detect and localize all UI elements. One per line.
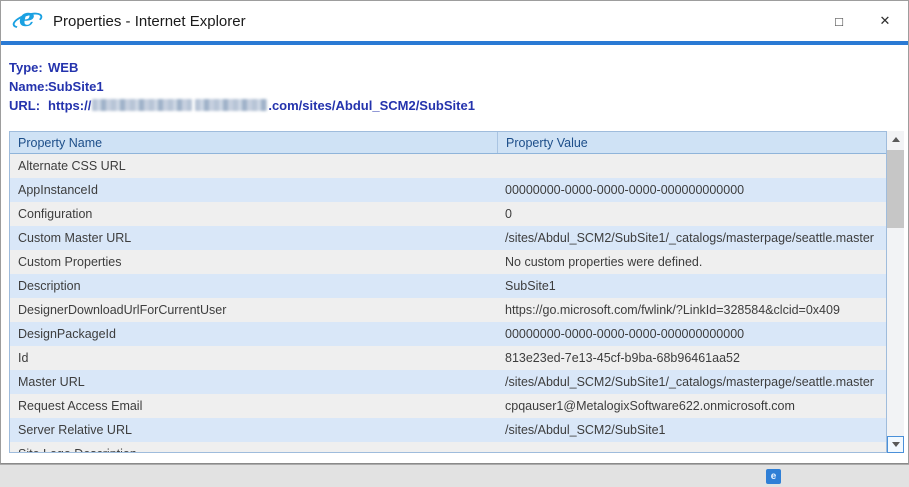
vertical-scrollbar[interactable] [887,131,904,453]
taskbar-strip: e [0,464,909,487]
type-row: Type: WEB [9,58,908,77]
name-value: SubSite1 [48,77,104,96]
close-button[interactable]: ✕ [862,1,908,41]
tray-icon[interactable]: e [766,469,781,484]
table-row: Custom Master URL /sites/Abdul_SCM2/SubS… [10,226,886,250]
table-row: AppInstanceId 00000000-0000-0000-0000-00… [10,178,886,202]
table-row: DesignerDownloadUrlForCurrentUser https:… [10,298,886,322]
property-name-cell: Alternate CSS URL [10,154,497,178]
url-value: https:// .com/sites/Abdul_SCM2/SubSite1 [48,96,475,115]
properties-table-body: Alternate CSS URL AppInstanceId 00000000… [10,154,886,453]
property-value-cell: 00000000-0000-0000-0000-000000000000 [497,178,886,202]
property-name-cell: AppInstanceId [10,178,497,202]
property-name-cell: Description [10,274,497,298]
url-redacted-segment [195,99,267,111]
table-row: Id 813e23ed-7e13-45cf-b9ba-68b96461aa52 [10,346,886,370]
scroll-up-button[interactable] [887,131,904,148]
property-name-cell: Request Access Email [10,394,497,418]
window-controls: □ ✕ [816,1,908,41]
property-value-cell: No custom properties were defined. [497,250,886,274]
scrollbar-track[interactable] [887,148,904,436]
maximize-button[interactable]: □ [816,1,862,41]
table-row: Custom Properties No custom properties w… [10,250,886,274]
type-label: Type: [9,58,48,77]
url-row: URL: https:// .com/sites/Abdul_SCM2/SubSi… [9,96,908,115]
url-label: URL: [9,96,48,115]
property-name-cell: Custom Properties [10,250,497,274]
property-value-cell [497,154,886,178]
property-value-cell: 00000000-0000-0000-0000-000000000000 [497,322,886,346]
property-value-cell: cpqauser1@MetalogixSoftware622.onmicroso… [497,394,886,418]
table-header-row: Property Name Property Value [10,132,886,154]
property-value-cell: SubSite1 [497,274,886,298]
name-row: Name: SubSite1 [9,77,908,96]
scrollbar-thumb[interactable] [887,150,904,228]
scroll-down-icon [892,442,900,447]
property-name-cell: DesignerDownloadUrlForCurrentUser [10,298,497,322]
property-value-cell [497,442,886,453]
window-title: Properties - Internet Explorer [53,13,246,30]
scroll-up-icon [892,137,900,142]
property-value-cell: 0 [497,202,886,226]
properties-window: e Properties - Internet Explorer □ ✕ Typ… [0,0,909,464]
property-value-cell: https://go.microsoft.com/fwlink/?LinkId=… [497,298,886,322]
table-row: Configuration 0 [10,202,886,226]
table-row: Site Logo Description [10,442,886,453]
property-value-cell: /sites/Abdul_SCM2/SubSite1/_catalogs/mas… [497,226,886,250]
property-name-cell: Master URL [10,370,497,394]
column-header-property-name: Property Name [10,132,497,153]
table-row: DesignPackageId 00000000-0000-0000-0000-… [10,322,886,346]
table-row: Description SubSite1 [10,274,886,298]
property-name-cell: Configuration [10,202,497,226]
property-name-cell: Site Logo Description [10,442,497,453]
table-row: Server Relative URL /sites/Abdul_SCM2/Su… [10,418,886,442]
internet-explorer-logo-icon: e [14,7,42,35]
column-header-property-value: Property Value [497,132,886,153]
url-suffix: .com/sites/Abdul_SCM2/SubSite1 [268,98,475,113]
type-value: WEB [48,58,78,77]
name-label: Name: [9,77,48,96]
table-row: Request Access Email cpqauser1@Metalogix… [10,394,886,418]
properties-table: Property Name Property Value Alternate C… [9,131,887,453]
property-name-cell: Server Relative URL [10,418,497,442]
property-value-cell: /sites/Abdul_SCM2/SubSite1/_catalogs/mas… [497,370,886,394]
property-value-cell: 813e23ed-7e13-45cf-b9ba-68b96461aa52 [497,346,886,370]
property-name-cell: Id [10,346,497,370]
property-name-cell: Custom Master URL [10,226,497,250]
table-row: Master URL /sites/Abdul_SCM2/SubSite1/_c… [10,370,886,394]
property-name-cell: DesignPackageId [10,322,497,346]
object-info: Type: WEB Name: SubSite1 URL: https:// .c… [1,45,908,115]
url-prefix: https:// [48,98,91,113]
url-redacted-segment [92,99,192,111]
table-row: Alternate CSS URL [10,154,886,178]
titlebar: e Properties - Internet Explorer □ ✕ [1,1,908,41]
property-value-cell: /sites/Abdul_SCM2/SubSite1 [497,418,886,442]
scroll-down-button[interactable] [887,436,904,453]
